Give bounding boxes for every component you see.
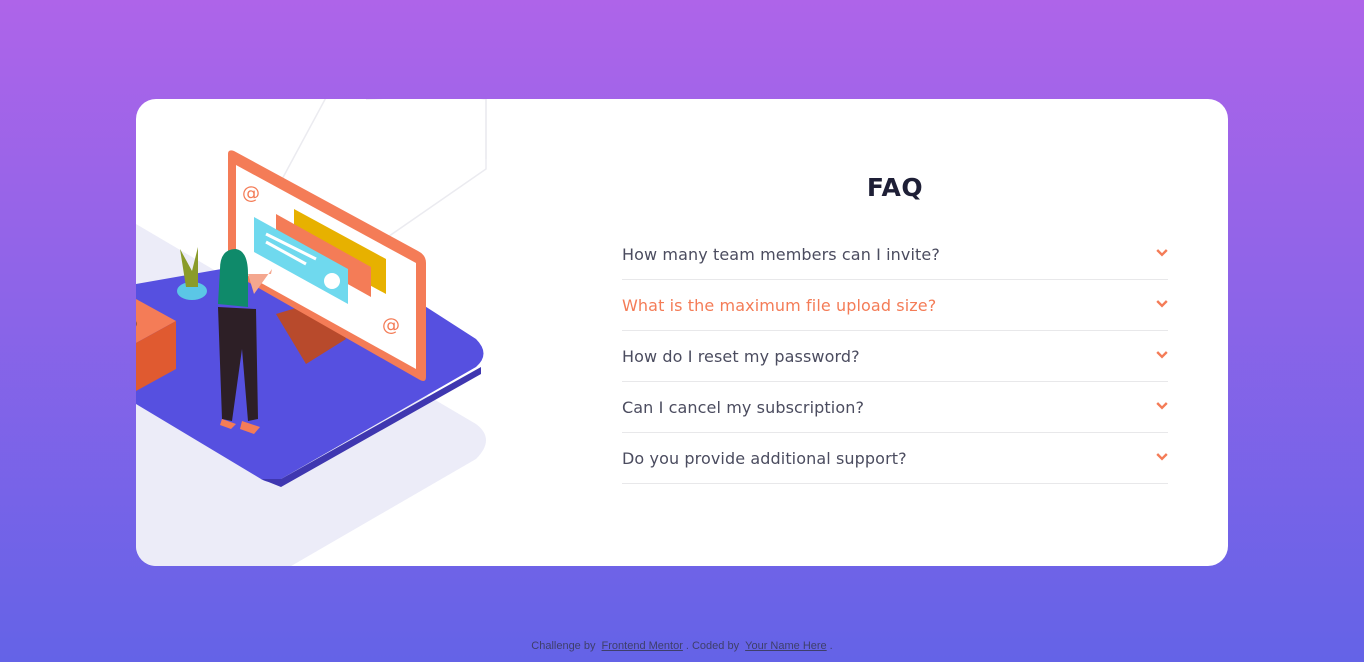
screen-dot [324, 273, 340, 289]
faq-card: @ @ @ FAQ How many team members can I in… [136, 99, 1228, 566]
woman-online-illustration: @ @ @ [136, 99, 616, 566]
faq-question: What is the maximum file upload size? [622, 296, 937, 315]
illustration-svg: @ @ @ [136, 99, 487, 566]
chevron-down-icon[interactable] [1156, 350, 1168, 360]
faq-item[interactable]: Do you provide additional support? [622, 433, 1168, 484]
woman-hair [218, 249, 248, 307]
faq-title: FAQ [866, 173, 924, 202]
chevron-down-icon[interactable] [1156, 248, 1168, 258]
attribution-footer: Challenge by Frontend Mentor. Coded by Y… [0, 640, 1364, 652]
chevron-down-icon[interactable] [1156, 401, 1168, 411]
faq-item[interactable]: What is the maximum file upload size? [622, 280, 1168, 331]
footer-middle: . Coded by [685, 640, 740, 652]
faq-question: Can I cancel my subscription? [622, 398, 865, 417]
chevron-down-icon[interactable] [1156, 452, 1168, 462]
faq-item[interactable]: How many team members can I invite? [622, 229, 1168, 280]
author-link[interactable]: Your Name Here [745, 640, 827, 652]
footer-suffix: . [829, 640, 833, 652]
faq-question: Do you provide additional support? [622, 449, 907, 468]
cube-at-icon: @ [136, 312, 138, 337]
at-sign-icon: @ [242, 183, 260, 204]
faq-question: How do I reset my password? [622, 347, 860, 366]
chevron-down-icon[interactable] [1156, 299, 1168, 309]
bg-shape-outline-2 [366, 99, 487, 159]
frontend-mentor-link[interactable]: Frontend Mentor [602, 640, 683, 652]
faq-item[interactable]: Can I cancel my subscription? [622, 382, 1168, 433]
faq-question: How many team members can I invite? [622, 245, 940, 264]
footer-prefix: Challenge by [531, 640, 596, 652]
faq-list: How many team members can I invite? What … [622, 229, 1168, 484]
at-sign-icon-2: @ [382, 315, 400, 336]
faq-item[interactable]: How do I reset my password? [622, 331, 1168, 382]
